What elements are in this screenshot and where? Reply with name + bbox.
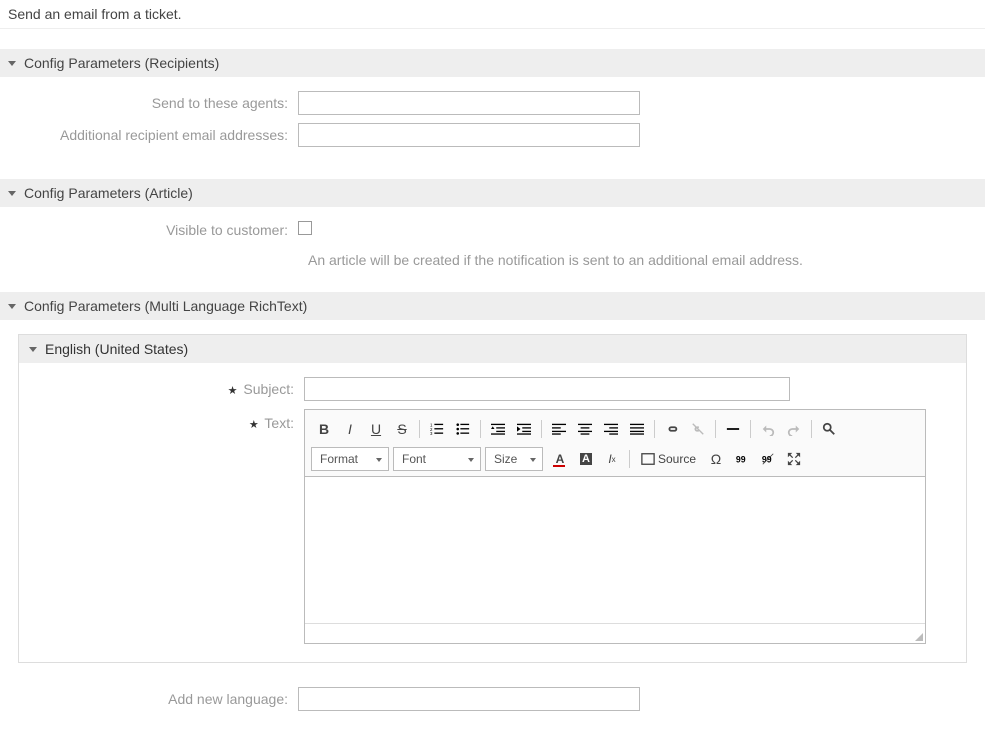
- section-article-title: Config Parameters (Article): [24, 185, 193, 201]
- article-note: An article will be created if the notifi…: [308, 246, 977, 268]
- caret-down-icon: [8, 191, 16, 196]
- code-snippet-rtl-button[interactable]: 99: [755, 446, 781, 472]
- toolbar-separator: [480, 420, 481, 438]
- add-language-label: Add new language:: [8, 691, 298, 707]
- align-right-button[interactable]: [598, 416, 624, 442]
- source-button[interactable]: Source: [634, 446, 703, 472]
- align-left-button[interactable]: [546, 416, 572, 442]
- editor-textarea[interactable]: [305, 477, 925, 623]
- indent-button[interactable]: [511, 416, 537, 442]
- editor-toolbar: B I U S 123: [305, 410, 925, 477]
- remove-format-button[interactable]: Ix: [599, 446, 625, 472]
- section-richtext: Config Parameters (Multi Language RichTe…: [0, 292, 985, 721]
- toolbar-separator: [750, 420, 751, 438]
- section-recipients: Config Parameters (Recipients) Send to t…: [0, 49, 985, 165]
- align-justify-button[interactable]: [624, 416, 650, 442]
- additional-recipients-input[interactable]: [298, 123, 640, 147]
- strike-button[interactable]: S: [389, 416, 415, 442]
- format-select[interactable]: Format: [311, 447, 389, 471]
- language-panel: English (United States) ★ Subject: ★ Tex…: [18, 334, 967, 663]
- additional-recipients-label: Additional recipient email addresses:: [8, 127, 298, 143]
- toolbar-separator: [715, 420, 716, 438]
- toolbar-separator: [419, 420, 420, 438]
- ordered-list-button[interactable]: 123: [424, 416, 450, 442]
- find-button[interactable]: [816, 416, 842, 442]
- visible-to-customer-checkbox[interactable]: [298, 221, 312, 235]
- toolbar-separator: [654, 420, 655, 438]
- maximize-button[interactable]: [781, 446, 807, 472]
- page-description: Send an email from a ticket.: [0, 0, 985, 29]
- section-richtext-header[interactable]: Config Parameters (Multi Language RichTe…: [0, 292, 985, 320]
- section-article-header[interactable]: Config Parameters (Article): [0, 179, 985, 207]
- horizontal-rule-button[interactable]: [720, 416, 746, 442]
- unlink-button[interactable]: [685, 416, 711, 442]
- size-select[interactable]: Size: [485, 447, 543, 471]
- visible-to-customer-label: Visible to customer:: [8, 222, 298, 238]
- special-char-button[interactable]: Ω: [703, 446, 729, 472]
- add-language-input[interactable]: [298, 687, 640, 711]
- svg-text:99: 99: [762, 455, 772, 465]
- text-color-button[interactable]: A: [547, 446, 573, 472]
- send-to-agents-input[interactable]: [298, 91, 640, 115]
- text-label: ★ Text:: [29, 409, 304, 644]
- editor-resize-handle[interactable]: [305, 623, 925, 643]
- subject-input[interactable]: [304, 377, 790, 401]
- caret-down-icon: [8, 61, 16, 66]
- background-color-button[interactable]: A: [573, 446, 599, 472]
- toolbar-separator: [541, 420, 542, 438]
- richtext-editor: B I U S 123: [304, 409, 926, 644]
- svg-text:99: 99: [736, 455, 746, 465]
- toolbar-separator: [811, 420, 812, 438]
- subject-label: ★ Subject:: [29, 381, 304, 397]
- caret-down-icon: [29, 347, 37, 352]
- link-button[interactable]: [659, 416, 685, 442]
- caret-down-icon: [8, 304, 16, 309]
- language-title: English (United States): [45, 341, 188, 357]
- toolbar-separator: [629, 450, 630, 468]
- bold-button[interactable]: B: [311, 416, 337, 442]
- section-recipients-header[interactable]: Config Parameters (Recipients): [0, 49, 985, 77]
- align-center-button[interactable]: [572, 416, 598, 442]
- font-select[interactable]: Font: [393, 447, 481, 471]
- section-recipients-title: Config Parameters (Recipients): [24, 55, 219, 71]
- unordered-list-button[interactable]: [450, 416, 476, 442]
- undo-button[interactable]: [755, 416, 781, 442]
- underline-button[interactable]: U: [363, 416, 389, 442]
- section-richtext-title: Config Parameters (Multi Language RichTe…: [24, 298, 307, 314]
- italic-button[interactable]: I: [337, 416, 363, 442]
- redo-button[interactable]: [781, 416, 807, 442]
- language-header[interactable]: English (United States): [19, 335, 966, 363]
- send-to-agents-label: Send to these agents:: [8, 95, 298, 111]
- outdent-button[interactable]: [485, 416, 511, 442]
- svg-text:3: 3: [430, 431, 433, 436]
- code-snippet-button[interactable]: 99: [729, 446, 755, 472]
- section-article: Config Parameters (Article) Visible to c…: [0, 179, 985, 278]
